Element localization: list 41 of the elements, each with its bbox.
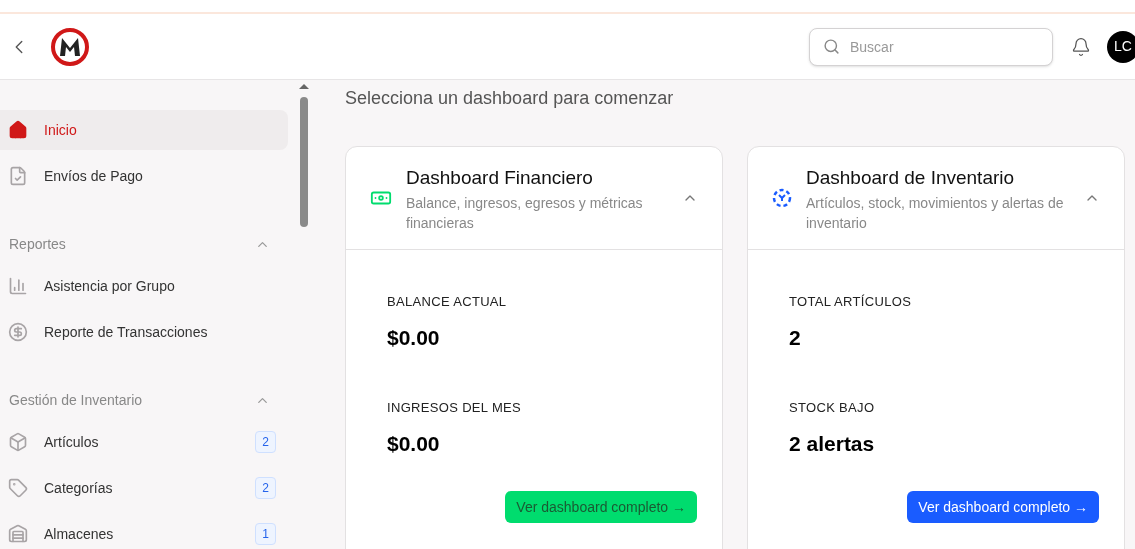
dashboard-card[interactable]: Dashboard de Inventario Artículos, stock, movimientos y alertas de inventario TOTAL ARTÍCULOS 2 STOCK BAJO 2 alertas Ver dashboard completo →: [747, 146, 1125, 549]
bar-chart-icon: [8, 276, 28, 296]
sidebar-item[interactable]: Categorías 2: [0, 468, 288, 508]
card-description: Balance, ingresos, egresos y métricas financieras: [406, 194, 644, 233]
metric-value: 2 alertas: [789, 430, 876, 457]
metric-label: BALANCE ACTUAL: [387, 293, 508, 311]
dollar-icon: [8, 322, 28, 342]
sidebar-item[interactable]: Almacenes 1: [0, 514, 288, 549]
metric-label: TOTAL ARTÍCULOS: [789, 293, 913, 311]
sidebar-item[interactable]: Envíos de Pago: [0, 156, 288, 196]
metric-value: $0.00: [387, 324, 441, 351]
sidebar-item[interactable]: Artículos 2: [0, 422, 288, 462]
search-icon: [823, 37, 840, 55]
home-icon: [8, 120, 28, 140]
sidebar-item[interactable]: Inicio: [0, 110, 288, 150]
card-title: Dashboard Financiero: [406, 166, 594, 190]
warehouse-icon: [8, 524, 28, 544]
logo-icon: [50, 26, 90, 67]
card-description: Artículos, stock, movimientos y alertas de inventario: [806, 194, 1065, 233]
section-title: Gestión de Inventario: [9, 390, 143, 410]
metric-label: INGRESOS DEL MES: [387, 399, 523, 417]
count-badge: 1: [255, 523, 276, 545]
box-icon: [8, 432, 28, 452]
section-title: Reportes: [9, 234, 66, 254]
search-field[interactable]: Buscar: [809, 27, 1053, 66]
user-avatar[interactable]: LC: [1107, 30, 1135, 63]
sidebar-item[interactable]: Asistencia por Grupo: [0, 266, 288, 306]
view-dashboard-button[interactable]: Ver dashboard completo →: [505, 491, 697, 523]
page-heading: Selecciona un dashboard para comenzar: [345, 87, 675, 110]
card-title: Dashboard de Inventario: [806, 166, 1016, 190]
view-dashboard-button[interactable]: Ver dashboard completo →: [907, 491, 1099, 523]
notification-icon[interactable]: [1071, 36, 1091, 57]
metric-value: 2: [789, 324, 802, 351]
count-badge: 2: [255, 477, 276, 499]
sidebar-item[interactable]: Reporte de Transacciones: [0, 312, 288, 352]
count-badge: 2: [255, 431, 276, 453]
metric-value: $0.00: [387, 430, 441, 457]
dashboard-card[interactable]: Dashboard Financiero Balance, ingresos, egresos y métricas financieras BALANCE ACTUAL $0.00 INGRESOS DEL MES $0.00 Ver dashboard completo →: [345, 146, 723, 549]
tag-icon: [8, 478, 28, 498]
document-check-icon: [8, 166, 28, 186]
metric-label: STOCK BAJO: [789, 399, 876, 417]
